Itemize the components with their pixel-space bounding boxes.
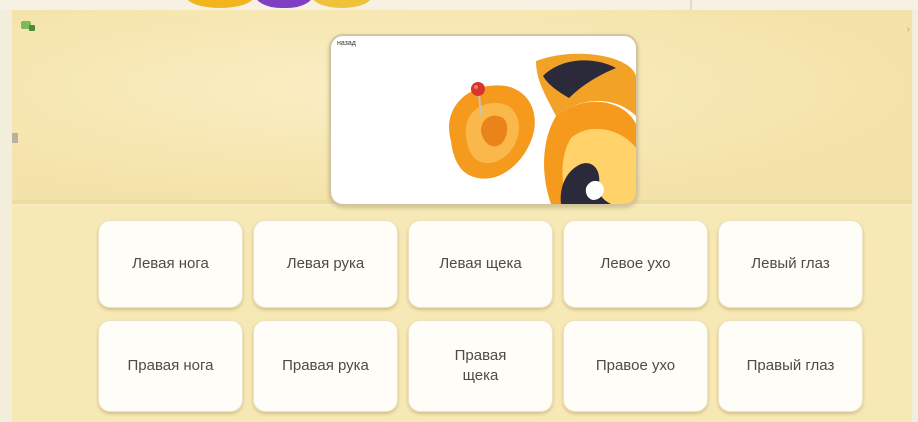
answer-label: Правое ухо bbox=[595, 357, 676, 374]
back-link[interactable]: назад bbox=[337, 40, 356, 47]
answer-label: Левое ухо bbox=[600, 255, 671, 272]
answer-label: Правый глаз bbox=[746, 357, 835, 374]
answer-right-leg[interactable]: Правая нога bbox=[98, 320, 243, 412]
answer-left-cheek[interactable]: Левая щека bbox=[408, 220, 553, 308]
answer-left-leg[interactable]: Левая нога bbox=[98, 220, 243, 308]
answer-right-ear[interactable]: Правое ухо bbox=[563, 320, 708, 412]
answer-right-eye[interactable]: Правый глаз bbox=[718, 320, 863, 412]
ear-illustration bbox=[449, 53, 636, 204]
top-strip bbox=[0, 0, 918, 10]
left-edge-tick bbox=[12, 133, 18, 143]
answer-right-hand[interactable]: Правая рука bbox=[253, 320, 398, 412]
answer-label: Левый глаз bbox=[751, 255, 830, 272]
top-art-fragment-left bbox=[185, 0, 255, 8]
top-divider bbox=[690, 0, 692, 10]
corner-mark: › bbox=[906, 24, 910, 35]
game-board: › назад Левая нога Левая рука Левая щека… bbox=[12, 10, 912, 422]
top-art-fragment-right bbox=[312, 0, 372, 8]
answer-label: Левая рука bbox=[286, 255, 365, 272]
answer-label: Левая щека bbox=[439, 255, 522, 272]
answer-grid: Левая нога Левая рука Левая щека Левое у… bbox=[98, 220, 866, 416]
app-corner-icon[interactable] bbox=[20, 19, 36, 33]
answer-left-hand[interactable]: Левая рука bbox=[253, 220, 398, 308]
top-art-fragment-middle bbox=[255, 0, 313, 8]
prompt-image-card: назад bbox=[329, 34, 638, 206]
answer-left-eye[interactable]: Левый глаз bbox=[718, 220, 863, 308]
answer-label: Правая щека bbox=[454, 347, 507, 384]
answer-label: Правая нога bbox=[127, 357, 214, 374]
answer-label: Левая нога bbox=[132, 255, 209, 272]
answer-label: Правая рука bbox=[282, 357, 369, 374]
answer-left-ear[interactable]: Левое ухо bbox=[563, 220, 708, 308]
answer-right-cheek[interactable]: Правая щека bbox=[408, 320, 553, 412]
